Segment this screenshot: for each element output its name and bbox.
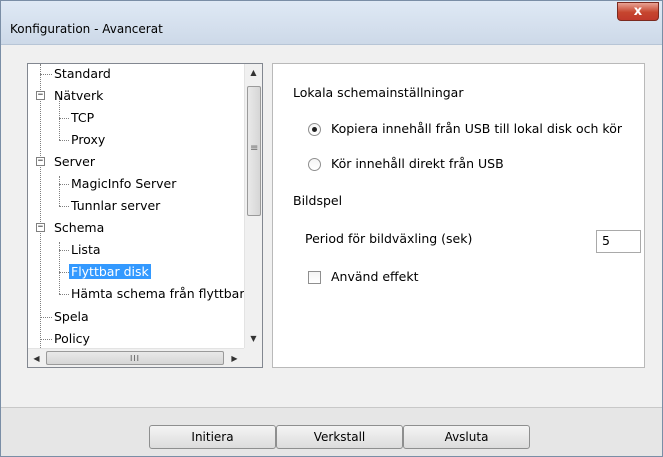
tree-item-label: Server: [54, 154, 95, 169]
grip-icon: III: [129, 353, 141, 363]
tree-item-schema[interactable]: Schema: [52, 218, 106, 238]
tree-item-removable-disk[interactable]: Flyttbar disk: [69, 262, 151, 282]
tree-horizontal-scrollbar[interactable]: ◀ III ▶: [28, 348, 244, 367]
exit-button[interactable]: Avsluta: [403, 425, 530, 449]
scroll-down-icon[interactable]: ▼: [245, 330, 262, 347]
tree-line: [59, 176, 60, 206]
init-button[interactable]: Initiera: [149, 425, 276, 449]
scroll-up-icon[interactable]: ▲: [245, 64, 262, 81]
config-window: Konfiguration - Avancerat x − − − Standa…: [0, 0, 663, 457]
tree-item-proxy[interactable]: Proxy: [69, 130, 107, 150]
tree-item-list[interactable]: Lista: [69, 240, 103, 260]
tree-item-label: Hämta schema från flyttbar disk: [71, 286, 244, 301]
tree-line: [59, 184, 69, 185]
run-from-usb-label[interactable]: Kör innehåll direkt från USB: [331, 155, 504, 173]
tree-line: [40, 64, 41, 348]
tree-item-label: Flyttbar disk: [69, 264, 151, 279]
slide-period-label: Period för bildväxling (sek): [305, 231, 473, 246]
tree-item-tcp[interactable]: TCP: [69, 108, 96, 128]
tree-item-fetch-schema[interactable]: Hämta schema från flyttbar disk: [69, 284, 244, 304]
tree-line: [59, 272, 69, 273]
scroll-right-icon[interactable]: ▶: [226, 349, 243, 367]
tree-line: [59, 118, 69, 119]
copy-to-local-label[interactable]: Kopiera innehåll från USB till lokal dis…: [331, 120, 622, 138]
tree-line: [40, 317, 52, 318]
tree-item-policy[interactable]: Policy: [52, 329, 92, 348]
tree-item-label: Standard: [54, 66, 111, 81]
tree-item-play[interactable]: Spela: [52, 307, 91, 327]
tree-viewport: − − − Standard Nätverk TCP Proxy Server …: [28, 64, 244, 348]
tree-item-network[interactable]: Nätverk: [52, 86, 105, 106]
tree-item-label: MagicInfo Server: [71, 176, 177, 191]
copy-to-local-radio[interactable]: [308, 123, 321, 136]
settings-tree[interactable]: − − − Standard Nätverk TCP Proxy Server …: [27, 63, 263, 368]
tree-line: [40, 74, 52, 75]
settings-panel: Lokala schemainställningar Kopiera inneh…: [272, 63, 645, 368]
tree-item-tunnel-server[interactable]: Tunnlar server: [69, 196, 162, 216]
tree-item-label: Policy: [54, 331, 90, 346]
use-effect-label[interactable]: Använd effekt: [331, 268, 419, 286]
close-button[interactable]: x: [617, 2, 659, 21]
tree-item-label: Proxy: [71, 132, 106, 147]
tree-item-label: Tunnlar server: [71, 198, 161, 213]
grip-icon: ≡: [250, 143, 259, 154]
tree-line: [59, 140, 69, 141]
tree-item-label: Schema: [54, 220, 105, 235]
tree-item-server[interactable]: Server: [52, 152, 97, 172]
apply-button[interactable]: Verkstall: [276, 425, 403, 449]
slide-period-input[interactable]: 5: [596, 230, 641, 253]
run-from-usb-radio[interactable]: [308, 158, 321, 171]
collapse-server-icon[interactable]: −: [36, 157, 45, 166]
scroll-corner: [244, 348, 262, 367]
vertical-scroll-thumb[interactable]: ≡: [247, 86, 261, 216]
tree-item-magicinfo-server[interactable]: MagicInfo Server: [69, 174, 178, 194]
tree-item-standard[interactable]: Standard: [52, 64, 113, 84]
slideshow-heading: Bildspel: [293, 193, 343, 208]
window-title: Konfiguration - Avancerat: [10, 22, 163, 36]
tree-vertical-scrollbar[interactable]: ▲ ≡ ▼: [244, 64, 262, 348]
collapse-schema-icon[interactable]: −: [36, 223, 45, 232]
tree-line: [40, 339, 52, 340]
horizontal-scroll-thumb[interactable]: III: [46, 351, 224, 365]
use-effect-checkbox[interactable]: [308, 271, 321, 284]
button-bar: Initiera Verkstall Avsluta: [1, 407, 662, 456]
close-icon: x: [633, 4, 643, 19]
tree-item-label: Nätverk: [54, 88, 104, 103]
tree-item-label: Spela: [54, 309, 89, 324]
tree-line: [59, 294, 69, 295]
title-bar[interactable]: Konfiguration - Avancerat x: [1, 1, 662, 45]
scroll-left-icon[interactable]: ◀: [28, 349, 45, 367]
tree-line: [59, 250, 69, 251]
tree-item-label: TCP: [71, 110, 95, 125]
collapse-network-icon[interactable]: −: [36, 91, 45, 100]
tree-line: [59, 206, 69, 207]
local-schedule-heading: Lokala schemainställningar: [293, 85, 464, 100]
tree-item-label: Lista: [71, 242, 101, 257]
